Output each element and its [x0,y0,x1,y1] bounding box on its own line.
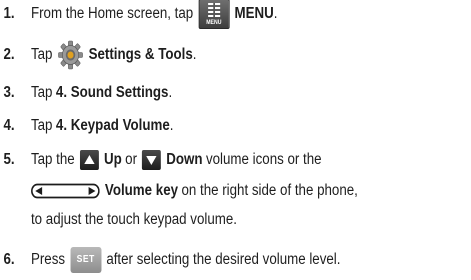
menu-label: MENU [234,5,274,22]
step-text: Tap 4. Sound Settings . [31,83,172,103]
step-text: to adjust the touch keypad volume. [31,210,237,230]
sound-settings-label: 4. Sound Settings [55,84,169,101]
volume-key-label: Volume key [104,182,179,199]
step-instruction: Press [30,251,66,268]
step-instruction: Tap [30,84,53,101]
step-text: Press SET after selecting the desired vo… [30,247,341,273]
step-text: Volume key on the right side of the phon… [31,181,358,201]
step-punctuation: . [192,46,197,63]
step-punctuation: . [273,5,278,22]
step-number: 4. [3,117,15,134]
keypad-volume-label: 4. Keypad Volume [55,117,170,134]
step-text: Tap Settings & Tools . [30,40,197,70]
step-number: 2. [3,46,15,63]
step-punctuation: . [168,84,173,101]
step-text: From the Home screen, tap MENU MENU . [30,0,278,29]
or-text: or [125,151,138,168]
step-number: 1. [3,5,15,22]
step-number: 3. [3,84,15,101]
settings-tools-label: Settings & Tools [88,46,193,63]
menu-icon-caption: MENU [206,20,222,26]
step-instruction-continued: volume icons or the [205,151,322,168]
volume-key-icon [31,183,100,199]
step-number: 6. [3,251,15,268]
step-instruction-continued: on the right side of the phone, [181,182,358,199]
up-arrow-icon [79,150,99,170]
step-punctuation: . [169,117,174,134]
step-text: Tap 4. Keypad Volume . [31,116,173,136]
up-label: Up [103,151,122,168]
down-label: Down [166,151,203,168]
step-instruction: From the Home screen, tap [30,5,194,22]
step-instruction-continued: after selecting the desired volume level… [106,251,341,268]
set-button-icon: SET [70,247,102,273]
menu-icon: MENU [198,0,230,29]
step-instruction-continued: to adjust the touch keypad volume. [30,211,237,228]
instruction-list: 1. From the Home screen, tap MENU MENU .… [0,0,471,280]
step-instruction: Tap the [30,151,75,168]
step-text: Tap the Up or Down volume icons or the [31,150,322,170]
settings-gear-icon [58,40,83,70]
step-instruction: Tap [30,117,53,134]
step-instruction: Tap [30,46,53,63]
step-number: 5. [3,151,15,168]
down-arrow-icon [142,150,162,170]
